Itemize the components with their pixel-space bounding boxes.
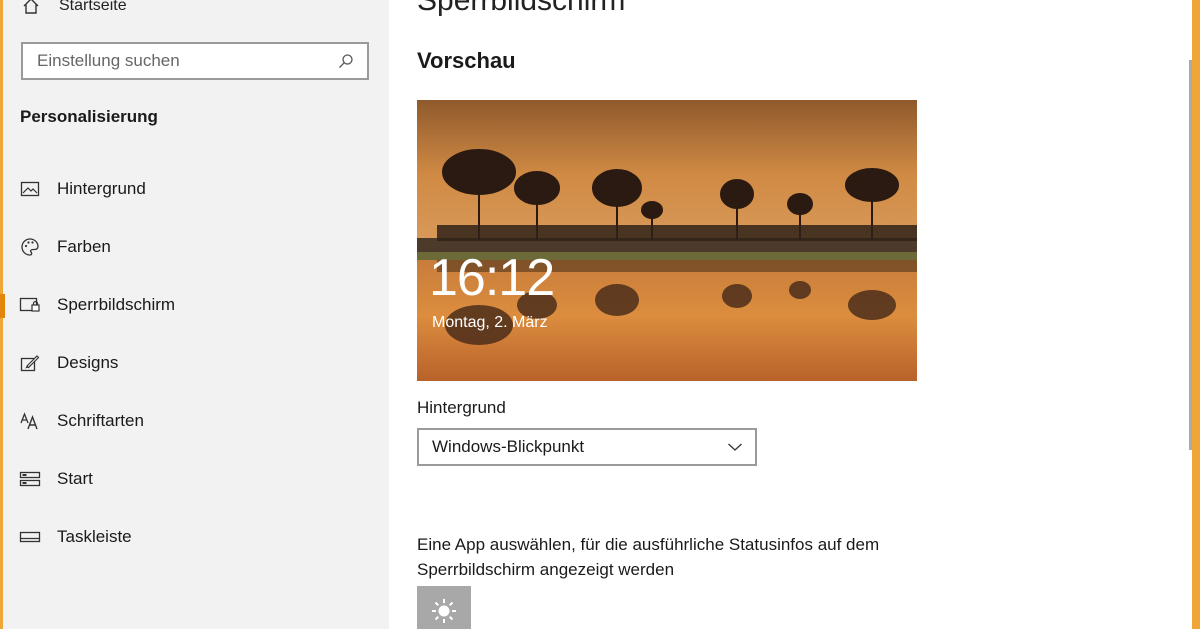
- home-label: Startseite: [59, 0, 127, 14]
- home-icon: [19, 0, 43, 15]
- page-title: Sperrbildschirm: [417, 0, 626, 17]
- sidebar: Startseite Personalisierung Hintergrund: [0, 0, 389, 629]
- weather-sun-icon: [431, 598, 457, 629]
- search-box[interactable]: [21, 42, 369, 80]
- background-select[interactable]: Windows-Blickpunkt: [417, 428, 757, 466]
- app-description: Eine App auswählen, für die ausführliche…: [417, 535, 880, 579]
- background-label: Hintergrund: [417, 398, 506, 417]
- preview-landscape-image: [417, 100, 917, 381]
- sidebar-item-label: Designs: [57, 353, 119, 372]
- font-icon: [19, 410, 41, 432]
- sidebar-item-schriftarten[interactable]: Schriftarten: [3, 392, 389, 450]
- chevron-down-icon: [727, 437, 743, 457]
- sidebar-item-designs[interactable]: Designs: [3, 334, 389, 392]
- section-title: Personalisierung: [20, 107, 158, 126]
- picture-icon: [19, 178, 41, 200]
- sidebar-item-label: Taskleiste: [57, 527, 132, 546]
- lock-screen-date: Montag, 2. März: [432, 314, 548, 331]
- sidebar-nav: Hintergrund Farben Sperrbildschirm Desig…: [0, 160, 389, 566]
- palette-icon: [19, 236, 41, 258]
- preview-title: Vorschau: [417, 48, 516, 73]
- lock-screen-icon: [19, 294, 41, 316]
- search-input[interactable]: [37, 51, 337, 71]
- sidebar-item-label: Sperrbildschirm: [57, 295, 176, 314]
- sidebar-item-label: Start: [57, 469, 93, 488]
- sidebar-item-sperrbildschirm[interactable]: Sperrbildschirm: [0, 276, 389, 334]
- search-icon[interactable]: [337, 52, 355, 70]
- sidebar-item-taskleiste[interactable]: Taskleiste: [3, 508, 389, 566]
- sidebar-item-label: Farben: [57, 237, 111, 256]
- sidebar-item-start[interactable]: Start: [3, 450, 389, 508]
- vertical-scrollbar[interactable]: [1189, 60, 1192, 450]
- sidebar-item-label: Hintergrund: [57, 179, 146, 198]
- lock-screen-time: 16:12: [429, 249, 555, 307]
- sidebar-item-hintergrund[interactable]: Hintergrund: [3, 160, 389, 218]
- background-select-value: Windows-Blickpunkt: [432, 437, 585, 456]
- home-link[interactable]: Startseite: [19, 0, 127, 18]
- lock-screen-preview: 16:12 Montag, 2. März: [417, 100, 917, 381]
- window-frame: Startseite Personalisierung Hintergrund: [0, 0, 1200, 629]
- detailed-status-app-button[interactable]: [417, 586, 471, 629]
- settings-window: Startseite Personalisierung Hintergrund: [0, 0, 1192, 629]
- sidebar-item-label: Schriftarten: [57, 411, 144, 430]
- main-content: Sperrbildschirm Vorschau 16:12 Montag, 2…: [389, 0, 1192, 629]
- start-icon: [19, 468, 41, 490]
- sidebar-item-farben[interactable]: Farben: [3, 218, 389, 276]
- taskbar-icon: [19, 526, 41, 548]
- brush-icon: [19, 352, 41, 374]
